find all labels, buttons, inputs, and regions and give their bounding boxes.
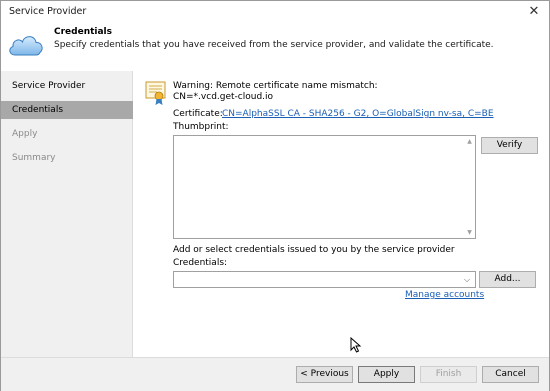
wizard-header: Credentials Specify credentials that you… [1, 23, 549, 67]
sidebar-item-credentials[interactable]: Credentials [1, 101, 133, 119]
page-title: Credentials [54, 27, 113, 37]
certificate-warning-text: Warning: Remote certificate name mismatc… [173, 81, 378, 91]
credentials-dropdown[interactable]: ⌵ [173, 271, 476, 288]
credentials-instruction: Add or select credentials issued to you … [173, 245, 455, 255]
finish-button: Finish [420, 366, 477, 383]
credentials-label: Credentials: [173, 258, 228, 268]
scroll-up-icon[interactable]: ▲ [465, 137, 474, 146]
service-provider-dialog: Service Provider ✕ Credentials Specify c… [0, 0, 550, 391]
window-title: Service Provider [9, 6, 87, 17]
thumbprint-scrollbar[interactable]: ▲ ▼ [464, 136, 475, 238]
apply-button[interactable]: Apply [358, 366, 415, 383]
manage-accounts-link[interactable]: Manage accounts [405, 290, 484, 300]
wizard-footer: < Previous Apply Finish Cancel [1, 357, 549, 391]
cloud-icon [9, 36, 43, 56]
certificate-link[interactable]: CN=AlphaSSL CA - SHA256 - G2, O=GlobalSi… [222, 109, 494, 119]
mouse-cursor-icon [350, 337, 362, 353]
certificate-name-text: CN=*.vcd.get-cloud.io [173, 92, 274, 102]
page-description: Specify credentials that you have receiv… [54, 40, 494, 50]
wizard-steps: Service Provider Credentials Apply Summa… [1, 71, 133, 357]
chevron-down-icon[interactable]: ⌵ [462, 274, 472, 285]
add-credentials-button[interactable]: Add... [479, 271, 536, 288]
thumbprint-textbox[interactable]: ▲ ▼ [173, 135, 476, 239]
cancel-button[interactable]: Cancel [482, 366, 539, 383]
sidebar-item-summary: Summary [12, 153, 56, 163]
sidebar-item-service-provider[interactable]: Service Provider [1, 77, 133, 95]
certificate-label: Certificate: [173, 109, 223, 119]
close-button[interactable]: ✕ [525, 3, 543, 21]
sidebar-item-apply: Apply [12, 129, 38, 139]
title-bar: Service Provider ✕ [1, 1, 549, 23]
verify-button[interactable]: Verify [481, 137, 538, 154]
credentials-panel: Warning: Remote certificate name mismatc… [134, 71, 549, 357]
thumbprint-label: Thumbprint: [173, 122, 229, 132]
previous-button[interactable]: < Previous [296, 366, 353, 383]
scroll-down-icon[interactable]: ▼ [465, 228, 474, 237]
certificate-warning-icon [145, 81, 166, 105]
